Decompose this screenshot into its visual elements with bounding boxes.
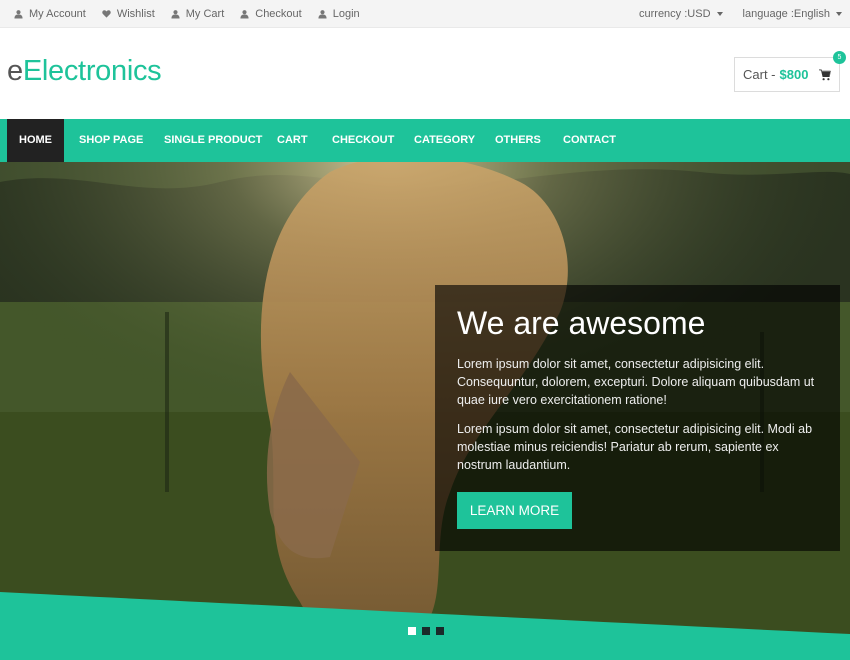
main-nav: HOME SHOP PAGE SINGLE PRODUCT CART CHECK… bbox=[0, 119, 850, 162]
slider-dot-2[interactable] bbox=[422, 627, 430, 635]
nav-item-contact[interactable]: CONTACT bbox=[563, 119, 616, 162]
checkout-label: Checkout bbox=[255, 8, 302, 20]
logo-prefix: e bbox=[7, 55, 23, 87]
cart-count-badge: 5 bbox=[833, 51, 846, 64]
hero-caption-box: We are awesome Lorem ipsum dolor sit ame… bbox=[435, 285, 840, 551]
wishlist-label: Wishlist bbox=[116, 8, 155, 20]
my-account-link[interactable]: My Account bbox=[14, 8, 86, 20]
account-links: My Account Wishlist My Cart Checkout Log… bbox=[14, 0, 360, 28]
cart-button[interactable]: Cart - $800 bbox=[734, 57, 840, 92]
checkout-link[interactable]: Checkout bbox=[240, 8, 302, 20]
login-link[interactable]: Login bbox=[318, 8, 360, 20]
slider-pagination bbox=[408, 627, 444, 635]
caret-down-icon bbox=[836, 12, 842, 16]
nav-item-category[interactable]: CATEGORY bbox=[414, 119, 475, 162]
locale-selectors: currency :USD language :English bbox=[639, 0, 842, 28]
user-icon bbox=[318, 10, 327, 19]
hero-paragraph-1: Lorem ipsum dolor sit amet, consectetur … bbox=[457, 357, 815, 407]
language-dropdown[interactable]: language :English bbox=[743, 8, 842, 20]
user-icon bbox=[171, 10, 180, 19]
my-account-label: My Account bbox=[29, 8, 86, 20]
cart-label: Cart - bbox=[743, 67, 776, 82]
heart-icon bbox=[102, 10, 111, 18]
slider-dot-1[interactable] bbox=[408, 627, 416, 635]
my-cart-link[interactable]: My Cart bbox=[171, 8, 225, 20]
nav-item-shop-page[interactable]: SHOP PAGE bbox=[79, 119, 143, 162]
hero-title: We are awesome bbox=[457, 305, 706, 341]
wishlist-link[interactable]: Wishlist bbox=[102, 8, 155, 20]
logo-name: Electronics bbox=[22, 55, 162, 87]
my-cart-label: My Cart bbox=[185, 8, 225, 20]
nav-item-others[interactable]: OTHERS bbox=[495, 119, 541, 162]
currency-dropdown[interactable]: currency :USD bbox=[639, 8, 723, 20]
top-bar: My Account Wishlist My Cart Checkout Log… bbox=[0, 0, 850, 28]
shopping-cart-icon bbox=[819, 69, 831, 81]
caret-down-icon bbox=[716, 12, 723, 16]
currency-label: currency :USD bbox=[639, 8, 711, 20]
login-label: Login bbox=[332, 8, 360, 20]
hero-paragraph-2: Lorem ipsum dolor sit amet, consectetur … bbox=[457, 422, 813, 472]
nav-item-checkout[interactable]: CHECKOUT bbox=[332, 119, 394, 162]
learn-more-button[interactable]: LEARN MORE bbox=[457, 492, 572, 529]
nav-item-single-product[interactable]: SINGLE PRODUCT bbox=[164, 119, 262, 162]
slider-dot-3[interactable] bbox=[436, 627, 444, 635]
language-label: language :English bbox=[742, 8, 830, 20]
nav-item-cart[interactable]: CART bbox=[277, 119, 308, 162]
cart-amount: $800 bbox=[779, 67, 809, 82]
nav-item-home[interactable]: HOME bbox=[7, 119, 64, 162]
user-icon bbox=[14, 10, 23, 19]
user-icon bbox=[240, 10, 249, 19]
site-logo[interactable]: eElectronics bbox=[7, 55, 162, 88]
hero-slider: We are awesome Lorem ipsum dolor sit ame… bbox=[0, 162, 850, 660]
